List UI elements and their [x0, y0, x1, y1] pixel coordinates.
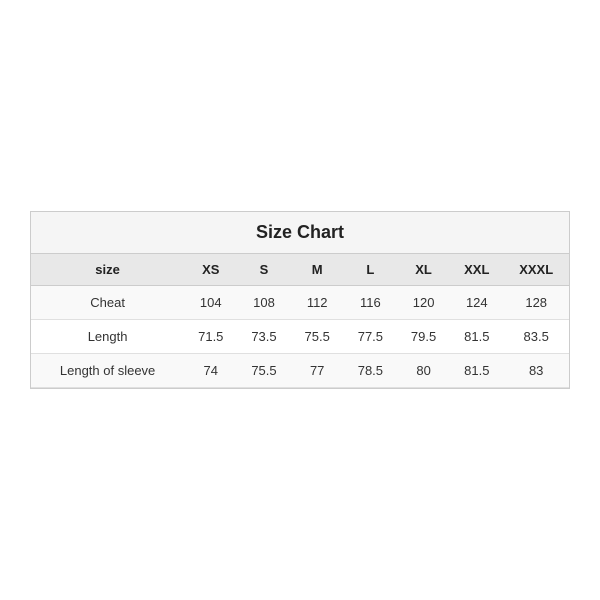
table-header-row: sizeXSSMLXLXXLXXXL [31, 254, 569, 286]
table-row: Cheat104108112116120124128 [31, 286, 569, 320]
table-body: Cheat104108112116120124128Length71.573.5… [31, 286, 569, 388]
column-header-size: size [31, 254, 184, 286]
cell-2-1: 75.5 [237, 354, 290, 388]
table-row: Length of sleeve7475.57778.58081.583 [31, 354, 569, 388]
cell-2-6: 83 [503, 354, 569, 388]
cell-1-3: 77.5 [344, 320, 397, 354]
row-label-2: Length of sleeve [31, 354, 184, 388]
cell-0-5: 124 [450, 286, 503, 320]
column-header-s: S [237, 254, 290, 286]
cell-0-2: 112 [291, 286, 344, 320]
column-header-xxl: XXL [450, 254, 503, 286]
row-label-1: Length [31, 320, 184, 354]
chart-title-row: Size Chart [31, 212, 569, 254]
cell-2-3: 78.5 [344, 354, 397, 388]
cell-1-1: 73.5 [237, 320, 290, 354]
cell-2-4: 80 [397, 354, 450, 388]
chart-title: Size Chart [256, 222, 344, 242]
cell-1-5: 81.5 [450, 320, 503, 354]
size-chart-container: Size Chart sizeXSSMLXLXXLXXXL Cheat10410… [30, 211, 570, 389]
cell-0-0: 104 [184, 286, 237, 320]
column-header-l: L [344, 254, 397, 286]
table-row: Length71.573.575.577.579.581.583.5 [31, 320, 569, 354]
cell-0-3: 116 [344, 286, 397, 320]
cell-0-1: 108 [237, 286, 290, 320]
row-label-0: Cheat [31, 286, 184, 320]
column-header-xs: XS [184, 254, 237, 286]
cell-1-4: 79.5 [397, 320, 450, 354]
cell-1-0: 71.5 [184, 320, 237, 354]
column-header-xl: XL [397, 254, 450, 286]
cell-1-2: 75.5 [291, 320, 344, 354]
column-header-xxxl: XXXL [503, 254, 569, 286]
cell-2-2: 77 [291, 354, 344, 388]
column-header-m: M [291, 254, 344, 286]
size-table: sizeXSSMLXLXXLXXXL Cheat1041081121161201… [31, 254, 569, 388]
cell-1-6: 83.5 [503, 320, 569, 354]
cell-0-4: 120 [397, 286, 450, 320]
cell-2-0: 74 [184, 354, 237, 388]
cell-0-6: 128 [503, 286, 569, 320]
cell-2-5: 81.5 [450, 354, 503, 388]
